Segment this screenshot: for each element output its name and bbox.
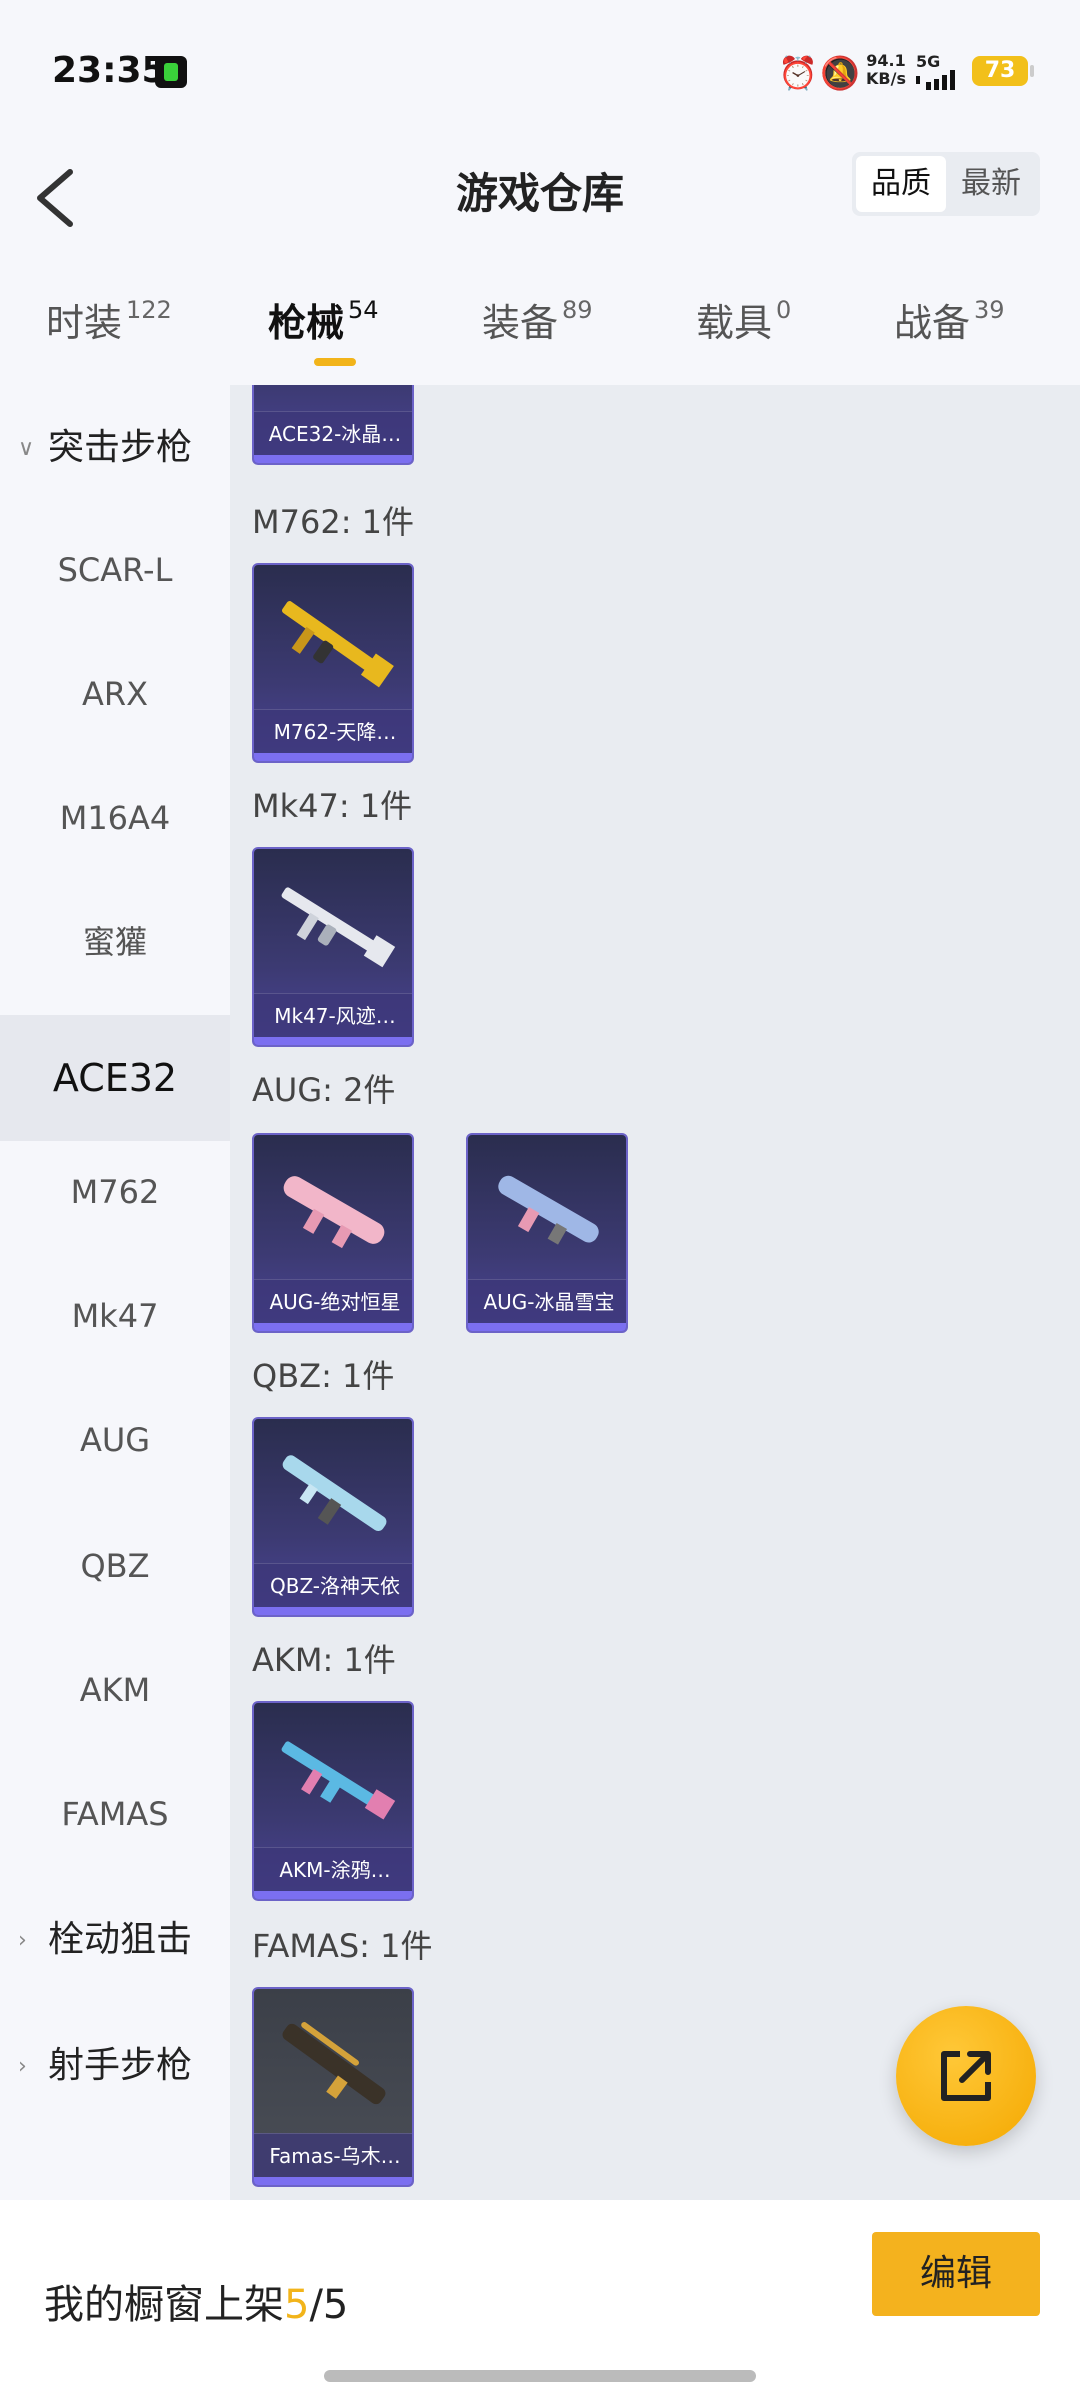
active-tab-indicator xyxy=(314,358,356,366)
edit-button[interactable]: 编辑 xyxy=(872,2232,1040,2316)
showcase-count-label: 我的橱窗上架5/5 xyxy=(44,2272,348,2330)
weapon-list: ACE32-冰晶… M762: 1件 M762-天降… Mk47: 1件 Mk4… xyxy=(230,385,1080,2200)
weapon-card-qbz[interactable]: QBZ-洛神天依 xyxy=(252,1417,414,1617)
tab-count: 0 xyxy=(776,296,792,324)
tab-count: 54 xyxy=(348,296,379,324)
rifle-graffiti-image xyxy=(281,1741,396,1820)
sidebar: ∨ 突击步枪 SCAR-L ARX M16A4 蜜獾 ACE32 M762 Mk4… xyxy=(0,385,230,2200)
section-title-aug: AUG: 2件 xyxy=(252,1071,396,1109)
signal-icon xyxy=(916,70,955,90)
bottom-bar: 我的橱窗上架5/5 编辑 xyxy=(0,2200,1080,2400)
tab-label: 载具 xyxy=(696,301,773,345)
sidebar-item-m16a4[interactable]: M16A4 xyxy=(0,755,230,881)
tab-label: 枪械 xyxy=(268,301,345,345)
chevron-right-icon: › xyxy=(18,1928,27,1953)
showcase-label-prefix: 我的橱窗上架 xyxy=(44,2282,284,2328)
weapon-card-famas[interactable]: Famas-乌木… xyxy=(252,1987,414,2187)
sidebar-category-label: 突击步枪 xyxy=(48,427,193,468)
weapon-card-name: AUG-绝对恒星 xyxy=(254,1279,412,1323)
section-title-qbz: QBZ: 1件 xyxy=(252,1357,395,1395)
weapon-card-name: QBZ-洛神天依 xyxy=(254,1563,412,1607)
weapon-card-name: ACE32-冰晶… xyxy=(254,411,412,455)
sidebar-item-qbz[interactable]: QBZ xyxy=(0,1503,230,1629)
sort-quality-button[interactable]: 品质 xyxy=(856,156,946,212)
tab-label: 时装 xyxy=(46,301,123,345)
sidebar-category-label: 射手步枪 xyxy=(48,2045,193,2086)
rifle-blue-pink-image xyxy=(498,1175,599,1245)
sidebar-item-aug[interactable]: AUG xyxy=(0,1377,230,1503)
sort-toggle: 品质 最新 xyxy=(852,152,1040,216)
network-type: 5G xyxy=(916,52,941,71)
section-title-famas: FAMAS: 1件 xyxy=(252,1927,433,1965)
tab-equipment[interactable]: 装备 89 xyxy=(482,292,593,347)
tab-label: 装备 xyxy=(482,301,559,345)
section-title-akm: AKM: 1件 xyxy=(252,1641,396,1679)
network-speed-value: 94.1 xyxy=(866,51,906,70)
sidebar-item-ace32[interactable]: ACE32 xyxy=(0,1015,230,1141)
tab-firearms[interactable]: 枪械 54 xyxy=(268,292,379,347)
mute-icon: 🔕 xyxy=(820,54,860,92)
sidebar-item-arx[interactable]: ARX xyxy=(0,631,230,757)
tab-battle-prep[interactable]: 战备 39 xyxy=(894,292,1005,347)
sidebar-item-m762[interactable]: M762 xyxy=(0,1129,230,1255)
weapon-card-mk47[interactable]: Mk47-风迹… xyxy=(252,847,414,1047)
weapon-card-m762[interactable]: M762-天降… xyxy=(252,563,414,763)
home-indicator[interactable] xyxy=(324,2370,756,2382)
sidebar-item-scar-l[interactable]: SCAR-L xyxy=(0,507,230,633)
sidebar-category-marksman-rifle[interactable]: › 射手步枪 xyxy=(18,2003,192,2130)
tab-count: 39 xyxy=(974,296,1005,324)
rifle-ebony-image xyxy=(282,2022,386,2105)
network-speed-unit: KB/s xyxy=(866,69,906,88)
status-time: 23:35 xyxy=(52,50,167,91)
chevron-right-icon: › xyxy=(18,2054,27,2079)
tab-vehicles[interactable]: 载具 0 xyxy=(696,292,791,347)
sidebar-item-akm[interactable]: AKM xyxy=(0,1627,230,1753)
share-export-icon xyxy=(941,2051,991,2101)
alarm-icon: ⏰ xyxy=(778,54,818,92)
rifle-pink-image xyxy=(283,1176,385,1249)
weapon-card-akm[interactable]: AKM-涂鸦… xyxy=(252,1701,414,1901)
sidebar-item-famas[interactable]: FAMAS xyxy=(0,1751,230,1877)
sort-latest-button[interactable]: 最新 xyxy=(946,156,1036,212)
battery-indicator: 73 xyxy=(972,56,1034,86)
showcase-count-current: 5 xyxy=(284,2282,310,2328)
showcase-count-total: /5 xyxy=(309,2282,349,2328)
weapon-card-name: M762-天降… xyxy=(254,709,412,753)
sidebar-category-label: 栓动狙击 xyxy=(48,1919,193,1960)
section-title-m762: M762: 1件 xyxy=(252,503,415,541)
app-notification-icon xyxy=(155,56,187,88)
tab-count: 122 xyxy=(126,296,172,324)
sidebar-item-honey-badger[interactable]: 蜜獾 xyxy=(0,879,230,1005)
chevron-down-icon: ∨ xyxy=(18,436,35,461)
weapon-card-name: AUG-冰晶雪宝 xyxy=(468,1279,626,1323)
tab-count: 89 xyxy=(562,296,593,324)
share-fab-button[interactable] xyxy=(896,2006,1036,2146)
weapon-card-ace32[interactable]: ACE32-冰晶… xyxy=(252,385,414,465)
category-tabs: 时装 122 枪械 54 装备 89 载具 0 战备 39 xyxy=(0,280,1080,370)
weapon-card-name: AKM-涂鸦… xyxy=(254,1847,412,1891)
status-bar: 23:35 ⏰ 🔕 94.1 KB/s 5G 73 xyxy=(0,0,1080,140)
section-title-mk47: Mk47: 1件 xyxy=(252,787,413,825)
network-speed: 94.1 KB/s xyxy=(864,52,908,88)
tab-label: 战备 xyxy=(894,301,971,345)
weapon-card-name: Famas-乌木… xyxy=(254,2133,412,2177)
tab-fashion[interactable]: 时装 122 xyxy=(46,292,172,347)
header: 游戏仓库 品质 最新 xyxy=(0,140,1080,260)
sidebar-category-bolt-sniper[interactable]: › 栓动狙击 xyxy=(18,1877,192,2004)
sidebar-item-mk47[interactable]: Mk47 xyxy=(0,1253,230,1379)
rifle-cyan-image xyxy=(282,1455,387,1532)
rifle-white-image xyxy=(281,887,396,968)
rifle-gold-image xyxy=(282,601,394,688)
sidebar-category-assault-rifle[interactable]: ∨ 突击步枪 xyxy=(18,385,192,512)
weapon-card-aug-2[interactable]: AUG-冰晶雪宝 xyxy=(466,1133,628,1333)
weapon-card-aug-1[interactable]: AUG-绝对恒星 xyxy=(252,1133,414,1333)
weapon-card-name: Mk47-风迹… xyxy=(254,993,412,1037)
